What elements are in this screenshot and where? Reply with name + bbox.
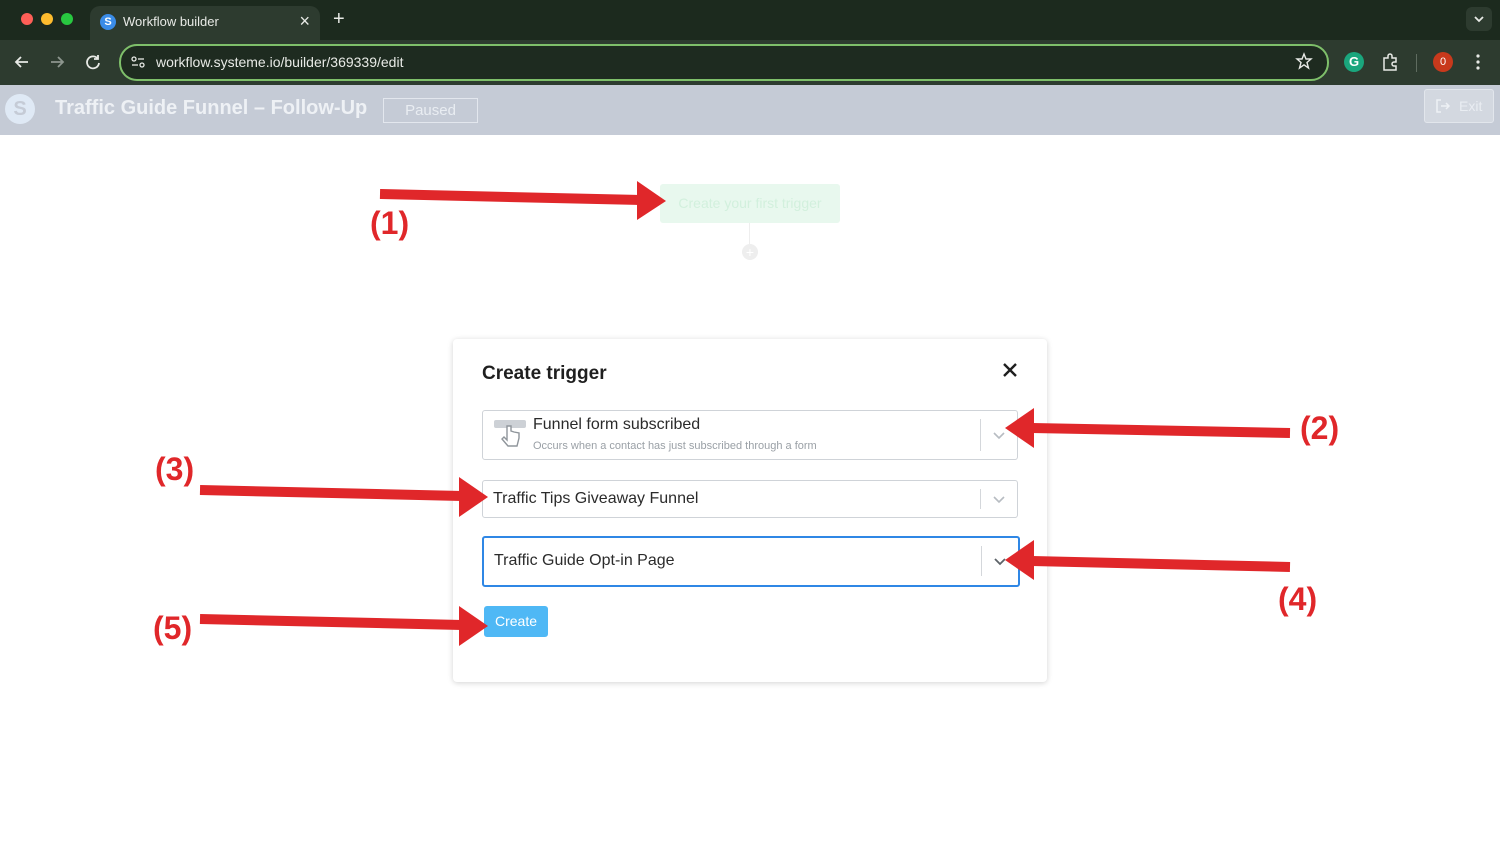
browser-menu-icon[interactable] (1470, 52, 1486, 72)
select-divider (980, 489, 981, 509)
browser-tab-bar: S Workflow builder × + (0, 0, 1500, 40)
arrow-1-shaft (379, 189, 641, 205)
workflow-name[interactable]: Traffic Guide Funnel – Follow-Up (55, 97, 367, 120)
trigger-type-select[interactable]: Funnel form subscribed Occurs when a con… (482, 410, 1018, 460)
funnel-select[interactable]: Traffic Tips Giveaway Funnel (482, 480, 1018, 518)
close-icon[interactable] (1001, 361, 1019, 379)
minimize-window-button[interactable] (41, 13, 53, 25)
funnel-select-value: Traffic Tips Giveaway Funnel (493, 490, 699, 507)
modal-title: Create trigger (482, 363, 607, 384)
profile-avatar[interactable]: 0 (1433, 52, 1453, 72)
tab-close-icon[interactable]: × (299, 11, 310, 31)
workflow-header: S Traffic Guide Funnel – Follow-Up Pause… (0, 85, 1500, 135)
select-divider (981, 546, 982, 576)
systeme-logo[interactable]: S (5, 94, 35, 124)
create-first-trigger-button[interactable]: Create your first trigger (660, 184, 840, 223)
form-pointer-icon (494, 420, 526, 447)
exit-button[interactable]: Exit (1424, 89, 1494, 123)
arrow-4-shaft (1031, 556, 1291, 572)
url-text: workflow.systeme.io/builder/369339/edit (156, 54, 404, 70)
step-label-5: (5) (153, 610, 193, 646)
reload-icon[interactable] (82, 51, 104, 73)
step-label-1: (1) (370, 205, 410, 241)
chevron-down-icon[interactable] (992, 492, 1006, 506)
add-step-button[interactable]: + (742, 244, 758, 260)
step-label-4: (4) (1278, 581, 1318, 617)
page-select[interactable]: Traffic Guide Opt-in Page (482, 536, 1020, 587)
step-label-3: (3) (155, 451, 195, 487)
extensions-puzzle-icon[interactable] (1380, 52, 1400, 72)
exit-label: Exit (1459, 98, 1483, 114)
maximize-window-button[interactable] (61, 13, 73, 25)
back-arrow-icon[interactable] (11, 51, 33, 73)
toolbar-separator (1416, 54, 1417, 72)
chevron-down-icon[interactable] (993, 554, 1007, 568)
systeme-favicon-icon: S (100, 14, 116, 30)
close-window-button[interactable] (21, 13, 33, 25)
flow-connector (749, 223, 750, 245)
tab-title: Workflow builder (123, 14, 219, 29)
trigger-type-title: Funnel form subscribed (533, 416, 701, 433)
arrow-3-shaft (199, 485, 463, 501)
forward-arrow-icon[interactable] (46, 51, 68, 73)
tab-search-button[interactable] (1466, 7, 1492, 31)
create-button[interactable]: Create (484, 606, 548, 637)
chevron-down-icon[interactable] (992, 428, 1006, 442)
site-settings-icon[interactable] (130, 54, 146, 70)
browser-tab[interactable]: S Workflow builder × (90, 6, 320, 40)
browser-toolbar: workflow.systeme.io/builder/369339/edit … (0, 40, 1500, 85)
trigger-type-description: Occurs when a contact has just subscribe… (533, 440, 817, 452)
grammarly-extension-icon[interactable]: G (1344, 52, 1364, 72)
exit-icon (1436, 99, 1451, 113)
chevron-down-icon (1474, 16, 1484, 23)
create-trigger-modal: Create trigger Funnel form subscribed Oc… (453, 339, 1047, 682)
arrow-5-shaft (199, 614, 463, 630)
step-label-2: (2) (1300, 410, 1340, 446)
new-tab-button[interactable]: + (333, 7, 345, 31)
select-divider (980, 419, 981, 451)
page-select-value: Traffic Guide Opt-in Page (494, 552, 675, 569)
bookmark-star-icon[interactable] (1295, 52, 1313, 70)
arrow-2-shaft (1031, 423, 1291, 438)
workflow-status-toggle[interactable]: Paused (383, 98, 478, 123)
address-bar[interactable]: workflow.systeme.io/builder/369339/edit (119, 44, 1329, 81)
